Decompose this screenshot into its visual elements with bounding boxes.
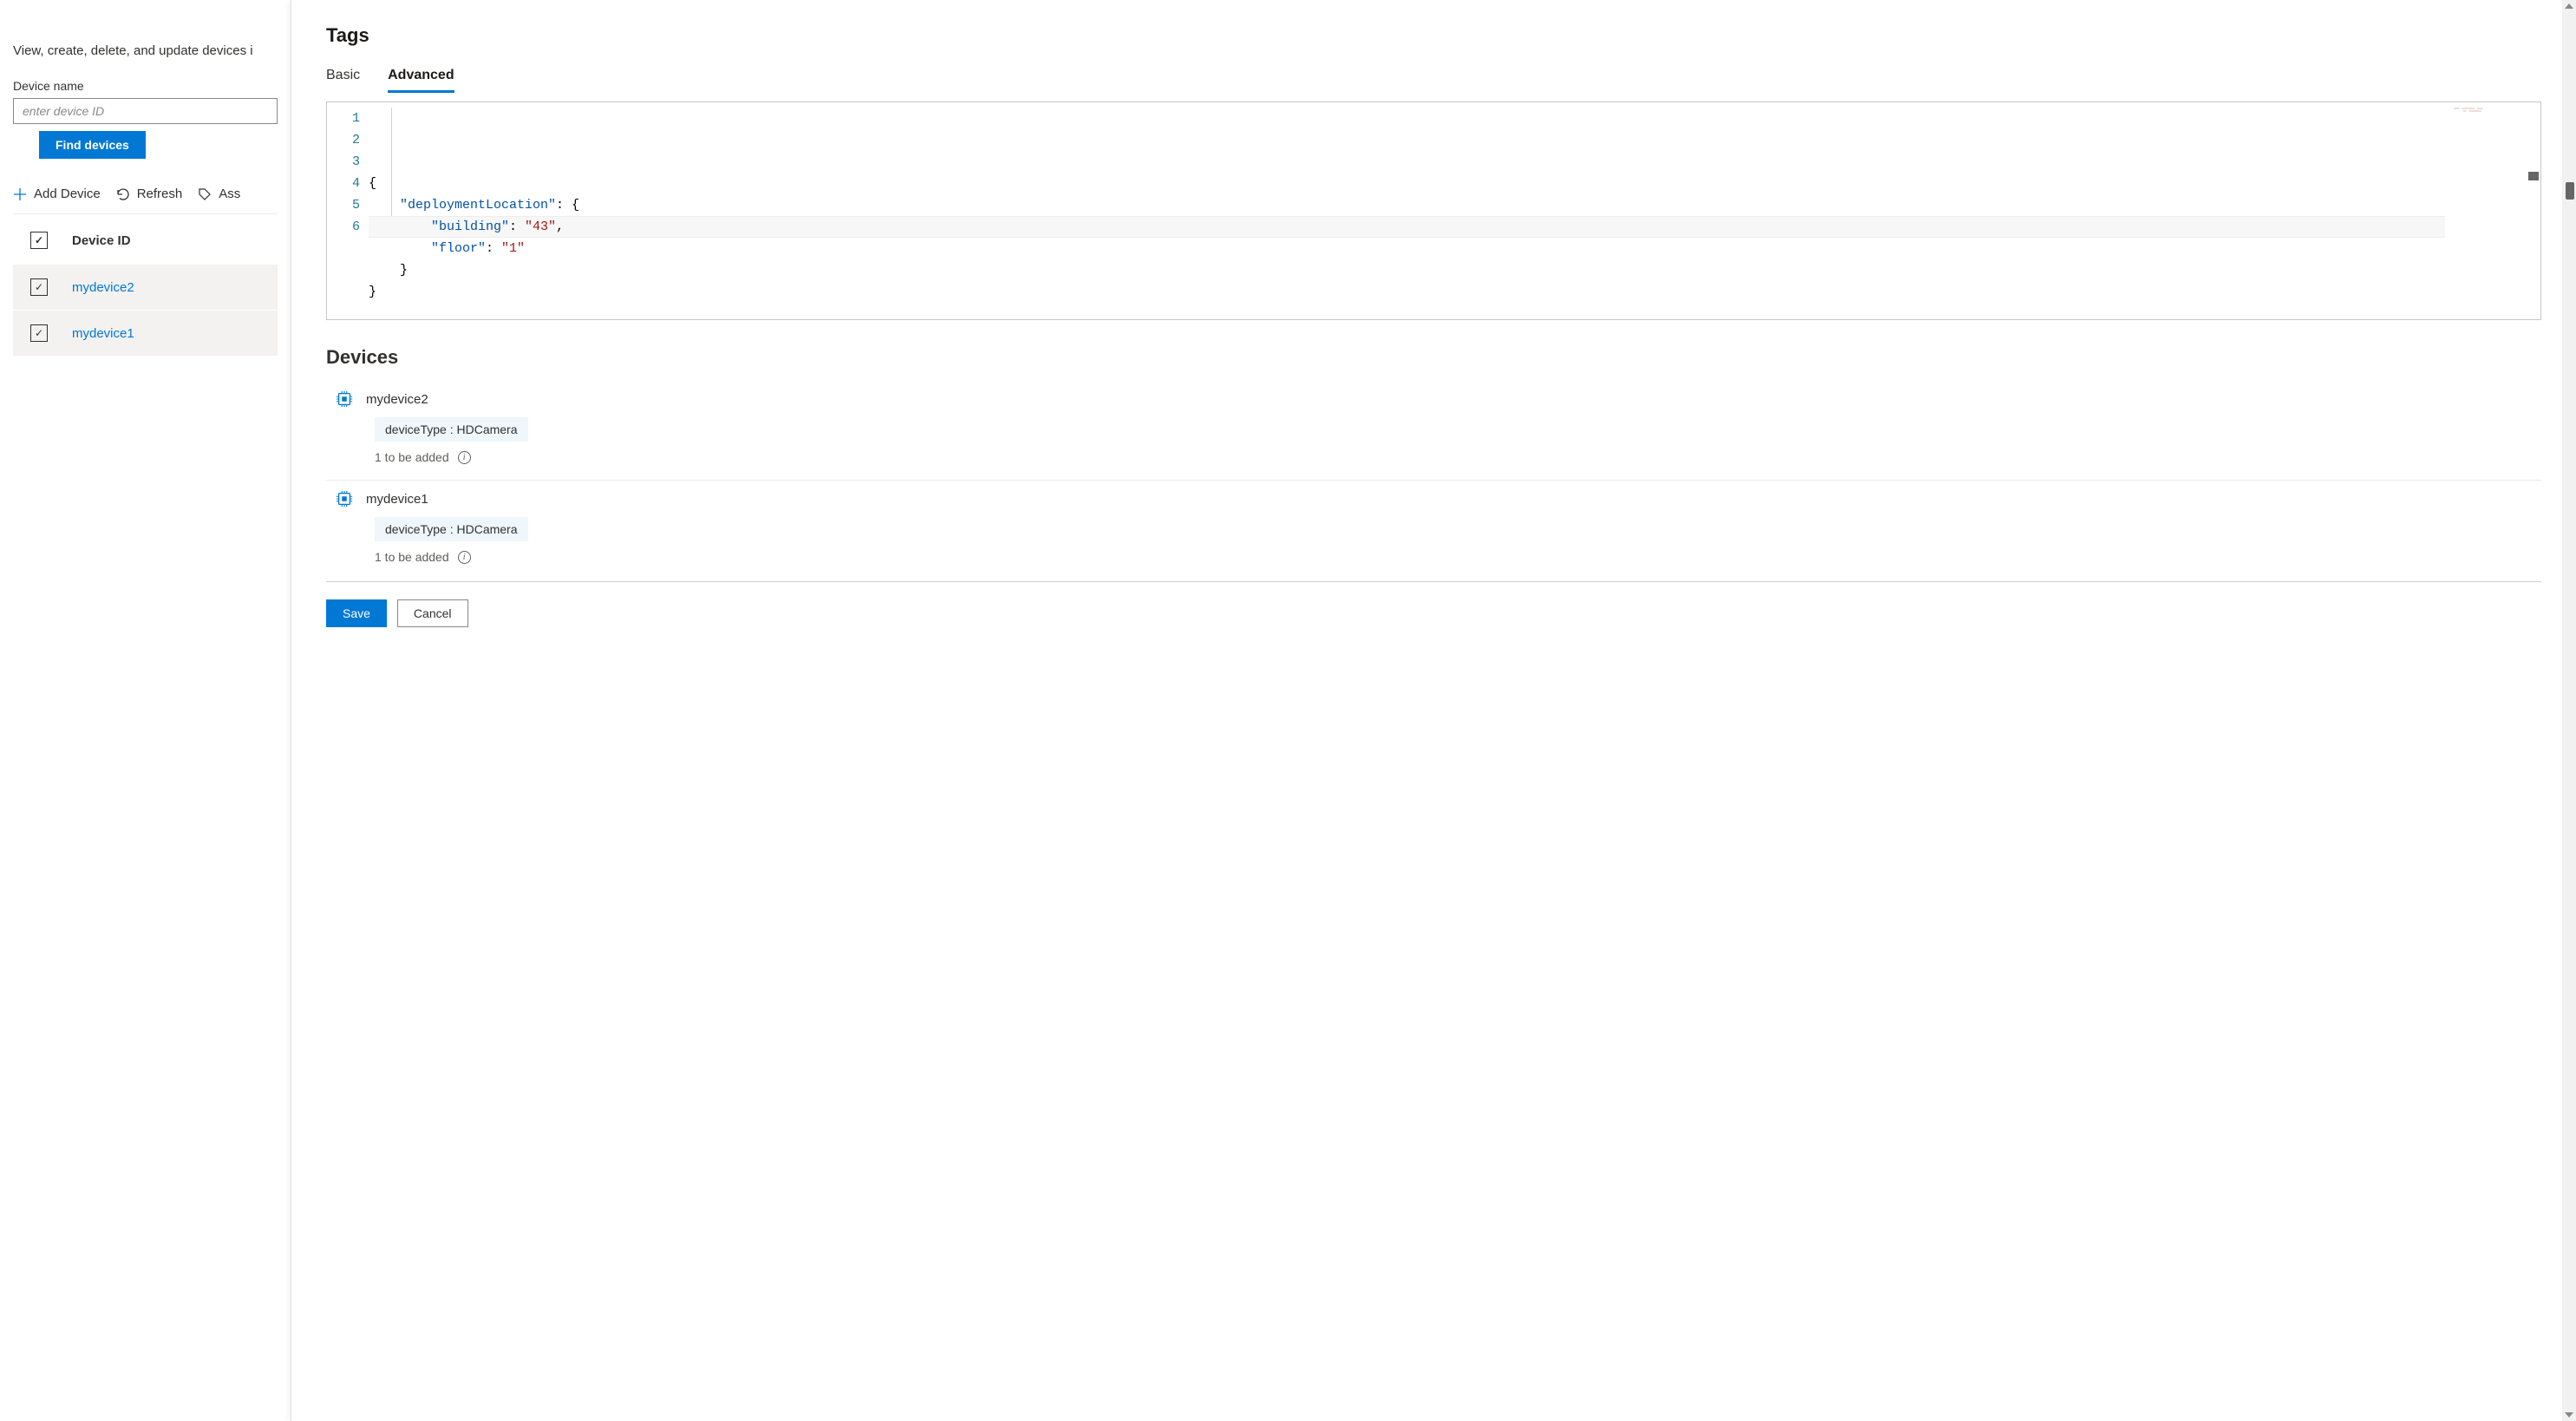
scroll-thumb[interactable] bbox=[2566, 182, 2574, 200]
row-checkbox[interactable]: ✓ bbox=[30, 324, 48, 342]
editor-gutter: 1 2 3 4 5 6 bbox=[327, 102, 369, 319]
page-scrollbar[interactable] bbox=[2562, 0, 2576, 1421]
info-icon[interactable]: i bbox=[458, 551, 471, 564]
tab-basic[interactable]: Basic bbox=[326, 62, 360, 93]
tag-icon bbox=[198, 187, 212, 201]
device-name: mydevice2 bbox=[366, 392, 428, 407]
device-tag-chip: deviceType : HDCamera bbox=[375, 417, 528, 442]
editor-body[interactable]: { "deploymentLocation": { "building": "4… bbox=[369, 102, 2540, 319]
tags-panel: Tags Basic Advanced 1 2 3 4 5 6 { "deplo… bbox=[291, 0, 2576, 1421]
chip-icon bbox=[335, 489, 354, 508]
device-name-label: Device name bbox=[13, 79, 278, 93]
add-device-label: Add Device bbox=[34, 187, 101, 201]
info-icon[interactable]: i bbox=[458, 451, 471, 464]
assign-button[interactable]: Ass bbox=[198, 187, 240, 201]
find-devices-button[interactable]: Find devices bbox=[39, 131, 146, 159]
tab-advanced[interactable]: Advanced bbox=[388, 62, 454, 93]
save-button[interactable]: Save bbox=[326, 599, 387, 627]
cancel-button[interactable]: Cancel bbox=[397, 599, 468, 627]
add-device-button[interactable]: Add Device bbox=[13, 187, 101, 201]
scroll-down-icon[interactable] bbox=[2565, 1412, 2573, 1418]
device-link[interactable]: mydevice2 bbox=[72, 280, 134, 295]
devices-section: Devices mydevice2 deviceType : HDCamera … bbox=[326, 346, 2541, 580]
editor-minimap[interactable] bbox=[2454, 108, 2523, 118]
device-id-column-header: Device ID bbox=[72, 233, 131, 248]
device-list-panel: View, create, delete, and update devices… bbox=[0, 0, 291, 1421]
device-row[interactable]: ✓ mydevice1 bbox=[13, 311, 278, 356]
device-link[interactable]: mydevice1 bbox=[72, 326, 134, 341]
device-table-header: ✓ Device ID bbox=[13, 214, 278, 265]
to-be-added-line: 1 to be added i bbox=[375, 550, 2533, 564]
select-all-checkbox[interactable]: ✓ bbox=[30, 232, 48, 249]
scroll-up-icon[interactable] bbox=[2565, 3, 2573, 9]
device-row[interactable]: ✓ mydevice2 bbox=[13, 265, 278, 310]
row-checkbox[interactable]: ✓ bbox=[30, 278, 48, 296]
device-card: mydevice1 deviceType : HDCamera 1 to be … bbox=[326, 481, 2541, 580]
plus-icon bbox=[13, 187, 27, 201]
intro-text: View, create, delete, and update devices… bbox=[13, 43, 278, 58]
panel-footer: Save Cancel bbox=[326, 581, 2541, 627]
refresh-icon bbox=[116, 187, 130, 201]
tags-title: Tags bbox=[326, 24, 2541, 47]
device-card: mydevice2 deviceType : HDCamera 1 to be … bbox=[326, 381, 2541, 481]
assign-label: Ass bbox=[219, 187, 240, 201]
chip-icon bbox=[335, 390, 354, 409]
devices-section-title: Devices bbox=[326, 346, 2541, 369]
refresh-label: Refresh bbox=[137, 187, 183, 201]
device-toolbar: Add Device Refresh Ass bbox=[13, 187, 278, 214]
to-be-added-line: 1 to be added i bbox=[375, 450, 2533, 464]
refresh-button[interactable]: Refresh bbox=[116, 187, 183, 201]
tags-tabs: Basic Advanced bbox=[326, 62, 2541, 93]
json-editor[interactable]: 1 2 3 4 5 6 { "deploymentLocation": { "b… bbox=[326, 102, 2541, 320]
device-name: mydevice1 bbox=[366, 492, 428, 507]
device-id-input[interactable] bbox=[13, 98, 278, 124]
device-tag-chip: deviceType : HDCamera bbox=[375, 517, 528, 541]
